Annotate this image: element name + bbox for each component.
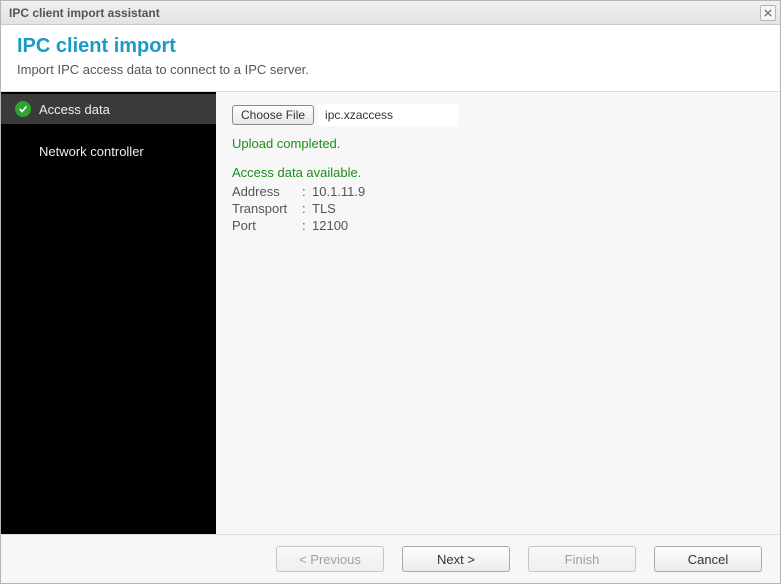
close-icon	[764, 9, 772, 17]
file-chooser-row: Choose File ipc.xzaccess	[232, 104, 764, 126]
dialog-window: IPC client import assistant IPC client i…	[0, 0, 781, 584]
close-button[interactable]	[760, 5, 776, 21]
previous-button: < Previous	[276, 546, 384, 572]
transport-value: TLS	[312, 201, 764, 216]
upload-status: Upload completed.	[232, 136, 764, 151]
choose-file-button[interactable]: Choose File	[232, 105, 314, 125]
kv-sep: :	[302, 201, 312, 216]
transport-label: Transport	[232, 201, 302, 216]
kv-sep: :	[302, 218, 312, 233]
page-subtitle: Import IPC access data to connect to a I…	[17, 62, 764, 77]
cancel-button[interactable]: Cancel	[654, 546, 762, 572]
sidebar-spacer	[1, 124, 216, 136]
access-data-values: Address : 10.1.11.9 Transport : TLS Port…	[232, 184, 764, 233]
window-title: IPC client import assistant	[9, 6, 160, 20]
next-button[interactable]: Next >	[402, 546, 510, 572]
port-label: Port	[232, 218, 302, 233]
address-value: 10.1.11.9	[312, 184, 764, 199]
body: Access data Network controller Choose Fi…	[1, 92, 780, 535]
finish-button: Finish	[528, 546, 636, 572]
kv-sep: :	[302, 184, 312, 199]
sidebar: Access data Network controller	[1, 92, 216, 534]
header: IPC client import Import IPC access data…	[1, 25, 780, 92]
content: Choose File ipc.xzaccess Upload complete…	[216, 92, 780, 534]
port-value: 12100	[312, 218, 764, 233]
address-label: Address	[232, 184, 302, 199]
sidebar-item-access-data[interactable]: Access data	[1, 94, 216, 124]
sidebar-item-network-controller[interactable]: Network controller	[1, 136, 216, 166]
page-title: IPC client import	[17, 35, 764, 58]
footer: < Previous Next > Finish Cancel	[1, 535, 780, 583]
sidebar-item-label: Network controller	[39, 144, 144, 159]
access-data-available: Access data available.	[232, 165, 764, 180]
sidebar-item-label: Access data	[39, 102, 110, 117]
titlebar: IPC client import assistant	[1, 1, 780, 25]
chosen-file-name: ipc.xzaccess	[318, 104, 458, 126]
check-icon	[15, 101, 31, 117]
